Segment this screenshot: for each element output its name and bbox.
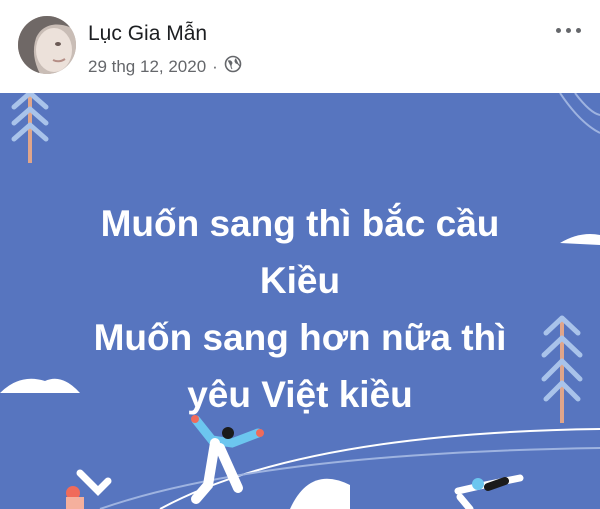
post-header: Lục Gia Mẫn 29 thg 12, 2020 · (0, 0, 600, 93)
skater-figure-icon (191, 415, 264, 504)
tree-left-icon (11, 93, 49, 163)
runner-figure-icon (454, 474, 524, 509)
globe-icon (224, 55, 242, 78)
post-date[interactable]: 29 thg 12, 2020 (88, 57, 206, 77)
more-options-icon[interactable] (556, 18, 584, 42)
post-text-line: Muốn sang hơn nữa thì (93, 317, 507, 358)
post-banner: Muốn sang thì bắc cầu Kiều Muốn sang hơn… (0, 93, 600, 509)
sledder-figure-icon (66, 469, 112, 509)
post-meta: 29 thg 12, 2020 · (88, 55, 242, 78)
meta-separator: · (212, 56, 218, 76)
post-text-line: yêu Việt kiều (187, 374, 413, 415)
author-name[interactable]: Lục Gia Mẫn (88, 22, 207, 46)
post-text: Muốn sang thì bắc cầu Kiều Muốn sang hơn… (0, 195, 600, 423)
post-text-line: Kiều (259, 260, 341, 301)
avatar[interactable] (18, 16, 76, 74)
post-text-line: Muốn sang thì bắc cầu (100, 203, 500, 244)
